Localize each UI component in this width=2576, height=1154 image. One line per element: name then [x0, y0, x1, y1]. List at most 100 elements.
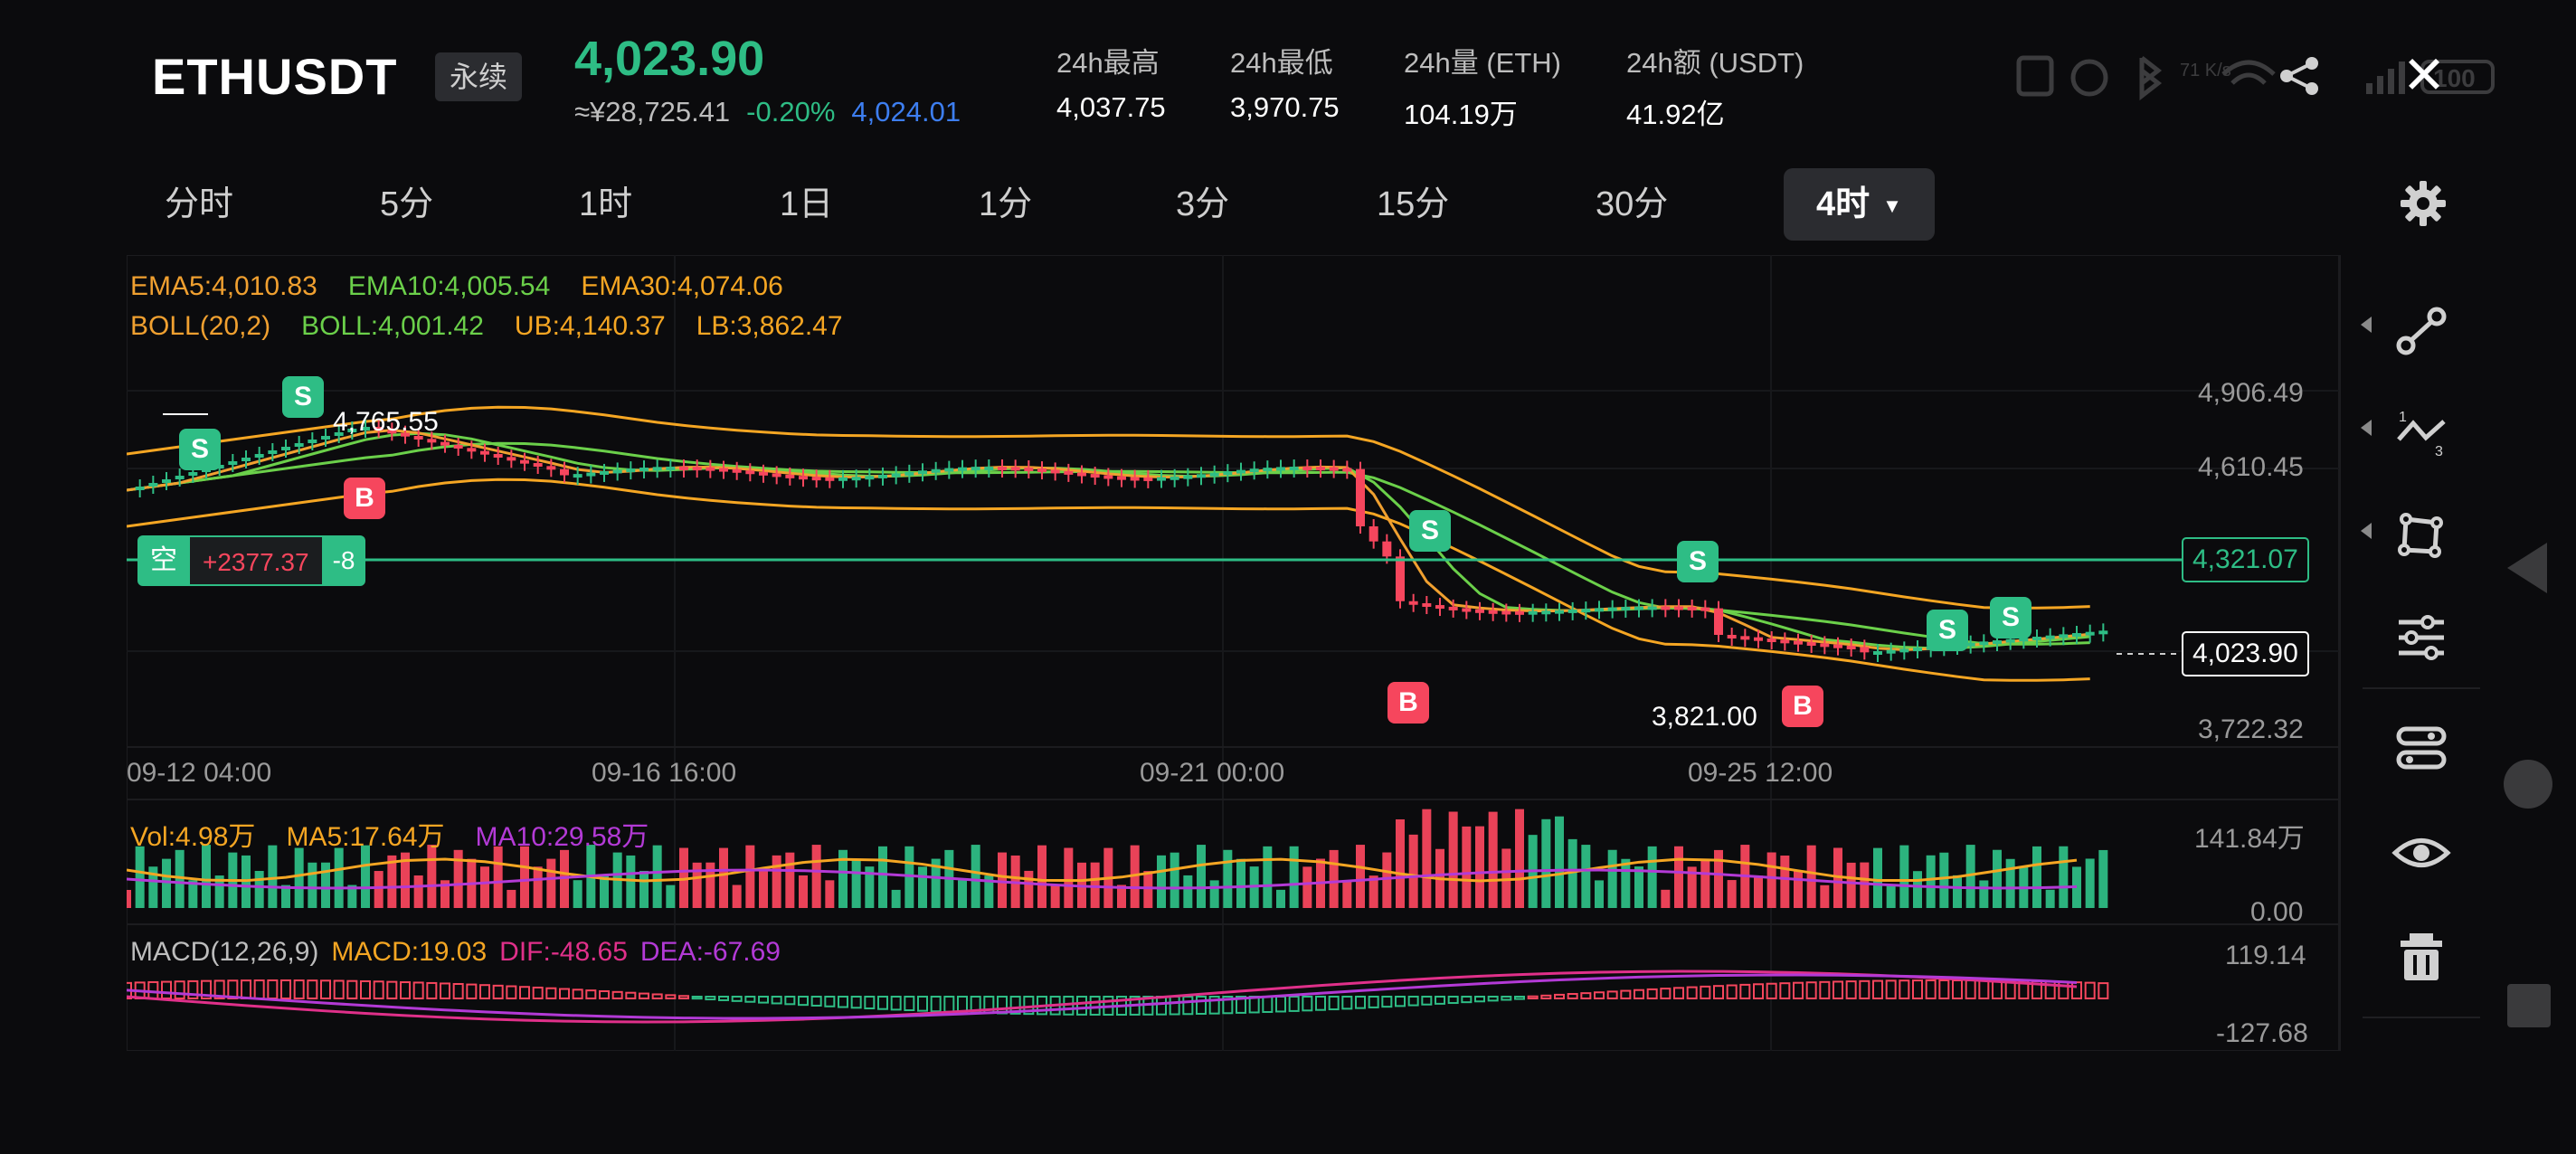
candle-body — [918, 470, 927, 475]
symbol-title[interactable]: ETHUSDT — [152, 47, 397, 106]
chart-canvas[interactable] — [127, 255, 2339, 1051]
nav-back-icon[interactable] — [2507, 543, 2547, 593]
tab-15m[interactable]: 15分 — [1377, 168, 1449, 241]
sell-signal-marker[interactable]: S — [1677, 541, 1719, 582]
volume-bar — [1846, 862, 1856, 908]
candle-body — [546, 466, 556, 470]
buy-signal-marker[interactable]: B — [1782, 686, 1823, 727]
sell-signal-marker[interactable]: S — [1409, 510, 1451, 552]
candle-body — [1170, 476, 1179, 480]
tab-1h[interactable]: 1时 — [579, 168, 632, 241]
macd-bar — [373, 980, 384, 1000]
tab-30m[interactable]: 30分 — [1596, 168, 1668, 241]
buy-signal-marker[interactable]: B — [1387, 682, 1429, 724]
macd-dea-line — [127, 973, 2078, 1020]
candle-body — [1488, 610, 1498, 614]
candle-body — [1687, 606, 1697, 610]
shape-icon[interactable] — [2391, 506, 2451, 566]
tab-3m[interactable]: 3分 — [1176, 168, 1229, 241]
volume-bar — [652, 845, 662, 908]
candle-body — [1647, 606, 1657, 610]
macd-bar — [1169, 996, 1180, 1016]
tab-5m[interactable]: 5分 — [380, 168, 433, 241]
tab-1m[interactable]: 1分 — [979, 168, 1032, 241]
macd-bar — [253, 979, 265, 1000]
legend-boll: BOLL:4,001.42 — [301, 311, 484, 341]
macd-bar — [1421, 996, 1433, 1006]
delete-icon[interactable] — [2391, 928, 2451, 988]
tab-1d[interactable]: 1日 — [780, 168, 833, 241]
candle-body — [281, 447, 290, 450]
macd-bar — [810, 996, 822, 1007]
indicator-settings-icon[interactable] — [2391, 608, 2451, 667]
candle-body — [1621, 607, 1631, 611]
share-icon[interactable] — [2278, 54, 2321, 98]
volume-bar — [851, 858, 861, 908]
macd-bar — [174, 980, 185, 999]
volume-bar — [1183, 875, 1193, 908]
drawing-toolbar: 13 — [2339, 255, 2500, 1051]
stat-value: 104.19万 — [1404, 99, 1518, 130]
macd-bar — [890, 996, 902, 1011]
tab-time-sharing[interactable]: 分时 — [165, 168, 233, 241]
candle-body — [1754, 637, 1763, 641]
legend-macd-param: MACD(12,26,9) — [130, 937, 319, 967]
macd-bar — [1540, 994, 1552, 999]
expand-arrow-icon[interactable] — [2361, 523, 2372, 539]
volume-bar — [1621, 858, 1631, 908]
volume-bar — [1356, 845, 1365, 908]
macd-bar — [1753, 983, 1764, 999]
macd-bar — [1381, 996, 1393, 1008]
expand-arrow-icon[interactable] — [2361, 317, 2372, 333]
expand-arrow-icon[interactable] — [2361, 420, 2372, 436]
nav-home-icon[interactable] — [2504, 760, 2552, 809]
kline-chart[interactable]: EMA5:4,010.83 EMA10:4,005.54 EMA30:4,074.0… — [127, 255, 2500, 1051]
volume-bar — [202, 845, 211, 908]
candle-body — [1820, 643, 1830, 648]
nav-recent-apps-icon[interactable] — [2507, 984, 2551, 1027]
sell-signal-marker[interactable]: S — [179, 429, 221, 470]
volume-bar — [162, 858, 171, 908]
macd-bar — [1833, 980, 1843, 999]
candle-body — [533, 463, 543, 467]
legend-lb: LB:3,862.47 — [696, 311, 843, 341]
stat-24h-volume: 24h量 (ETH) 104.19万 — [1404, 40, 1561, 132]
gear-icon[interactable] — [2399, 179, 2448, 228]
sell-signal-marker[interactable]: S — [1927, 610, 1968, 651]
macd-bar — [307, 979, 318, 999]
position-price-tag[interactable]: 4,321.07 — [2182, 537, 2309, 582]
macd-bar — [1474, 996, 1485, 1003]
candle-body — [268, 450, 278, 454]
candle-body — [254, 454, 264, 458]
layout-toggle-icon[interactable] — [2391, 718, 2451, 778]
candle-body — [1886, 649, 1896, 654]
macd-bar — [1660, 988, 1672, 999]
candle-body — [427, 439, 437, 443]
line-tools-icon[interactable]: 13 — [2391, 403, 2451, 463]
volume-bar — [268, 845, 278, 908]
macd-bar — [1407, 996, 1419, 1007]
macd-bar — [1992, 979, 2003, 1000]
buy-signal-marker[interactable]: B — [344, 478, 385, 519]
tab-4h-dropdown[interactable]: 4时 ▼ — [1784, 168, 1935, 241]
volume-bar — [600, 875, 609, 908]
visibility-icon[interactable] — [2391, 823, 2451, 883]
macd-bar — [333, 979, 345, 1000]
close-icon[interactable]: ✕ — [2399, 50, 2449, 102]
volume-bar — [127, 890, 131, 908]
macd-axis-label: 119.14 — [2225, 941, 2306, 970]
sell-signal-marker[interactable]: S — [1990, 597, 2031, 638]
candle-body — [1462, 608, 1472, 612]
macd-bar — [293, 979, 305, 1000]
position-pill[interactable]: 空 +2377.37 -8 — [137, 535, 366, 586]
trendline-icon[interactable] — [2391, 302, 2451, 362]
macd-bar — [1447, 996, 1459, 1005]
candle-body — [440, 441, 450, 446]
stat-label: 24h最低 — [1230, 47, 1333, 79]
sell-signal-marker[interactable]: S — [282, 376, 324, 418]
legend-dea: DEA:-67.69 — [639, 937, 781, 967]
candle-body — [2045, 635, 2055, 639]
macd-bar — [1872, 979, 1883, 1000]
candle-body — [851, 477, 861, 481]
tab-4h-label: 4时 — [1816, 185, 1870, 223]
